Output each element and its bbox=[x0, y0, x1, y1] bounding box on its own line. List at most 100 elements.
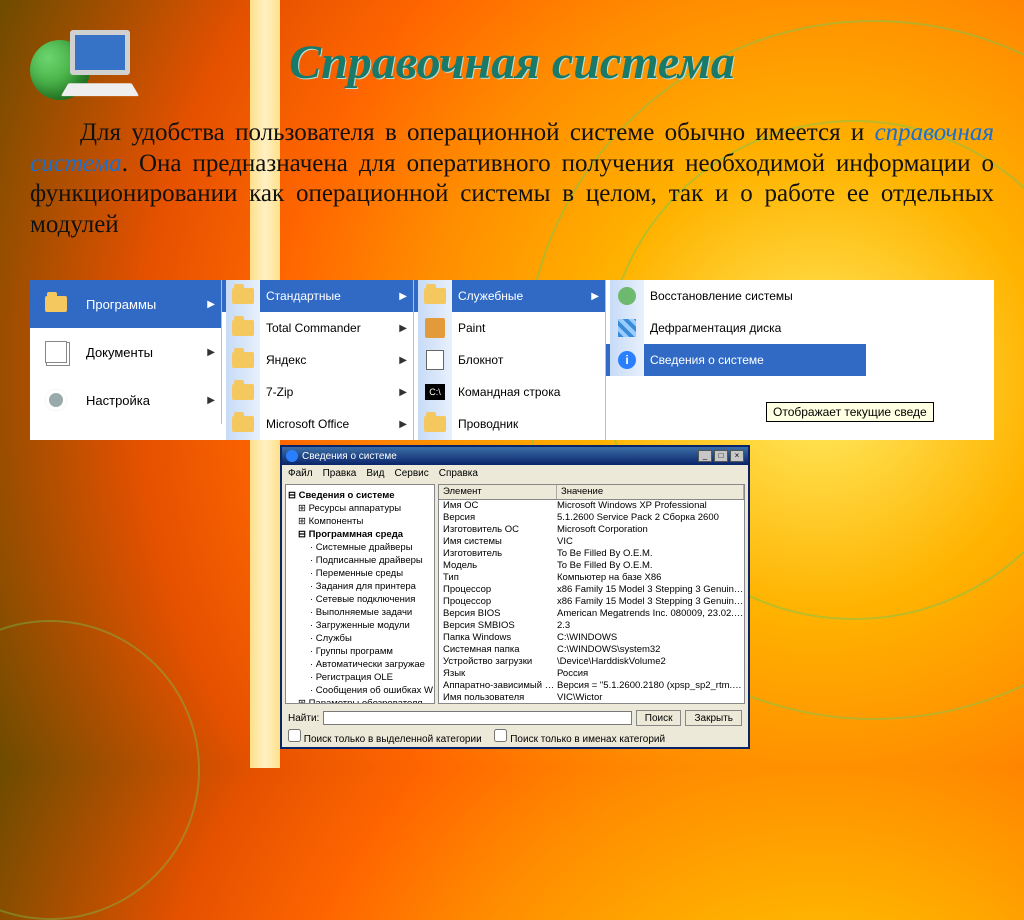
close-button[interactable]: × bbox=[730, 450, 744, 462]
menu-item[interactable]: Стандартные▶ bbox=[222, 280, 413, 312]
tree-node[interactable]: · Автоматически загружае bbox=[288, 658, 432, 671]
tree-node[interactable]: ⊟ Программная среда bbox=[288, 528, 432, 541]
menu-item[interactable]: Документы ▶ bbox=[30, 328, 221, 376]
menu-Файл[interactable]: Файл bbox=[288, 468, 313, 479]
tree-node[interactable]: · Загруженные модули bbox=[288, 619, 432, 632]
grid-row[interactable]: Версия5.1.2600 Service Pack 2 Сборка 260… bbox=[439, 512, 744, 524]
menu-Справка[interactable]: Справка bbox=[439, 468, 478, 479]
grid-row[interactable]: Версия BIOSAmerican Megatrends Inc. 0800… bbox=[439, 608, 744, 620]
menubar: Файл Правка Вид Сервис Справка bbox=[282, 465, 748, 481]
submenu-arrow-icon: ▶ bbox=[579, 291, 599, 302]
menu-item[interactable]: Яндекс▶ bbox=[222, 344, 413, 376]
col-header-value[interactable]: Значение bbox=[557, 485, 744, 499]
menu-column-4: Восстановление системы Дефрагментация дис… bbox=[606, 280, 866, 376]
app-icon bbox=[286, 450, 298, 462]
submenu-arrow-icon: ▶ bbox=[387, 419, 407, 430]
menu-item-label: 7-Zip bbox=[266, 385, 293, 399]
tree-node[interactable]: · Группы программ bbox=[288, 645, 432, 658]
maximize-button[interactable]: □ bbox=[714, 450, 728, 462]
window-title: Сведения о системе bbox=[302, 451, 397, 462]
submenu-arrow-icon: ▶ bbox=[387, 355, 407, 366]
menu-item[interactable]: iСведения о системе bbox=[606, 344, 866, 376]
menu-item[interactable]: Восстановление системы bbox=[606, 280, 866, 312]
menu-item-label: Настройка bbox=[86, 393, 150, 408]
submenu-arrow-icon: ▶ bbox=[387, 387, 407, 398]
grid-row[interactable]: Процессорx86 Family 15 Model 3 Stepping … bbox=[439, 596, 744, 608]
menu-column-1: Программы ▶ Документы ▶ Настройка ▶ bbox=[30, 280, 222, 424]
tree-node[interactable]: ⊟ Сведения о системе bbox=[288, 489, 432, 502]
menu-item[interactable]: Блокнот bbox=[414, 344, 605, 376]
submenu-arrow-icon: ▶ bbox=[387, 323, 407, 334]
menu-item[interactable]: Программы ▶ bbox=[30, 280, 221, 328]
minimize-button[interactable]: _ bbox=[698, 450, 712, 462]
menu-item[interactable]: Paint bbox=[414, 312, 605, 344]
menu-Сервис[interactable]: Сервис bbox=[394, 468, 428, 479]
grid-row[interactable]: Папка WindowsC:\WINDOWS bbox=[439, 632, 744, 644]
grid-row[interactable]: Процессорx86 Family 15 Model 3 Stepping … bbox=[439, 584, 744, 596]
chk-selected-category[interactable]: Поиск только в выделенной категории bbox=[288, 734, 482, 745]
menu-item[interactable]: Total Commander ▶ bbox=[222, 312, 413, 344]
details-grid[interactable]: Элемент Значение Имя ОСMicrosoft Windows… bbox=[438, 484, 745, 704]
tree-node[interactable]: · Подписанные драйверы bbox=[288, 554, 432, 567]
chk-category-names[interactable]: Поиск только в именах категорий bbox=[494, 734, 665, 745]
menu-item-label: Paint bbox=[458, 321, 485, 335]
menu-column-3: Служебные ▶ Paint Блокнот C:\Командная строк… bbox=[414, 280, 606, 440]
col-header-element[interactable]: Элемент bbox=[439, 485, 557, 499]
paragraph-part: . Она предназначена для оперативного пол… bbox=[30, 150, 994, 238]
bg-circle bbox=[0, 620, 200, 920]
tree-node[interactable]: · Системные драйверы bbox=[288, 541, 432, 554]
submenu-arrow-icon: ▶ bbox=[195, 299, 215, 310]
menu-column-2: Стандартные▶Total Commander▶Яндекс▶7-Zip… bbox=[222, 280, 414, 440]
tree-panel[interactable]: ⊟ Сведения о системе⊞ Ресурсы аппаратуры… bbox=[285, 484, 435, 704]
grid-row[interactable]: Имя системыVIC bbox=[439, 536, 744, 548]
menu-item-label: Программы bbox=[86, 297, 156, 312]
submenu-arrow-icon: ▶ bbox=[195, 395, 215, 406]
menu-item-label: Служебные bbox=[458, 289, 523, 303]
menu-item[interactable]: Проводник bbox=[414, 408, 605, 440]
close-search-button[interactable]: Закрыть bbox=[685, 710, 742, 726]
menu-Правка[interactable]: Правка bbox=[323, 468, 357, 479]
tree-node[interactable]: · Регистрация OLE bbox=[288, 671, 432, 684]
tree-node[interactable]: ⊞ Компоненты bbox=[288, 515, 432, 528]
menu-tooltip: Отображает текущие сведе bbox=[766, 402, 934, 422]
menu-item-label: Total Commander bbox=[266, 321, 361, 335]
search-footer: Найти: Поиск Закрыть Поиск только в выде… bbox=[282, 707, 748, 747]
grid-row[interactable]: Устройство загрузки\Device\HarddiskVolum… bbox=[439, 656, 744, 668]
find-input[interactable] bbox=[323, 711, 631, 725]
tree-node[interactable]: · Сообщения об ошибках W bbox=[288, 684, 432, 697]
tree-node[interactable]: · Выполняемые задачи bbox=[288, 606, 432, 619]
grid-row[interactable]: Версия SMBIOS2.3 bbox=[439, 620, 744, 632]
find-label: Найти: bbox=[288, 713, 319, 724]
menu-item[interactable]: 7-Zip ▶ bbox=[222, 376, 413, 408]
menu-item[interactable]: Microsoft Office ▶ bbox=[222, 408, 413, 440]
menu-item[interactable]: Дефрагментация диска bbox=[606, 312, 866, 344]
grid-row[interactable]: Изготовитель ОСMicrosoft Corporation bbox=[439, 524, 744, 536]
menu-item[interactable]: Служебные ▶ bbox=[414, 280, 605, 312]
menu-item-label: Microsoft Office bbox=[266, 417, 349, 431]
tree-node[interactable]: · Задания для принтера bbox=[288, 580, 432, 593]
menu-item-label: Блокнот bbox=[458, 353, 503, 367]
tree-node[interactable]: ⊞ Ресурсы аппаратуры bbox=[288, 502, 432, 515]
menu-item[interactable]: Настройка ▶ bbox=[30, 376, 221, 424]
grid-row[interactable]: МодельTo Be Filled By O.E.M. bbox=[439, 560, 744, 572]
menu-item-label: Документы bbox=[86, 345, 153, 360]
start-menu-cascade: Программы ▶ Документы ▶ Настройка ▶ Стандартн… bbox=[30, 280, 994, 440]
tree-node[interactable]: · Переменные среды bbox=[288, 567, 432, 580]
find-button[interactable]: Поиск bbox=[636, 710, 682, 726]
titlebar[interactable]: Сведения о системе _ □ × bbox=[282, 447, 748, 465]
menu-item-label: Дефрагментация диска bbox=[650, 321, 781, 335]
tree-node[interactable]: ⊞ Параметры обозревателя bbox=[288, 697, 432, 704]
grid-row[interactable]: Системная папкаC:\WINDOWS\system32 bbox=[439, 644, 744, 656]
submenu-arrow-icon: ▶ bbox=[387, 291, 407, 302]
grid-row[interactable]: ЯзыкРоссия bbox=[439, 668, 744, 680]
grid-row[interactable]: Имя пользователяVIC\Wictor bbox=[439, 692, 744, 704]
menu-item[interactable]: C:\Командная строка bbox=[414, 376, 605, 408]
tree-node[interactable]: · Службы bbox=[288, 632, 432, 645]
grid-row[interactable]: ИзготовительTo Be Filled By O.E.M. bbox=[439, 548, 744, 560]
tree-node[interactable]: · Сетевые подключения bbox=[288, 593, 432, 606]
submenu-arrow-icon: ▶ bbox=[195, 347, 215, 358]
menu-Вид[interactable]: Вид bbox=[366, 468, 384, 479]
grid-row[interactable]: Имя ОСMicrosoft Windows XP Professional bbox=[439, 500, 744, 512]
grid-row[interactable]: Аппаратно-зависимый ур...Версия = "5.1.2… bbox=[439, 680, 744, 692]
grid-row[interactable]: ТипКомпьютер на базе X86 bbox=[439, 572, 744, 584]
